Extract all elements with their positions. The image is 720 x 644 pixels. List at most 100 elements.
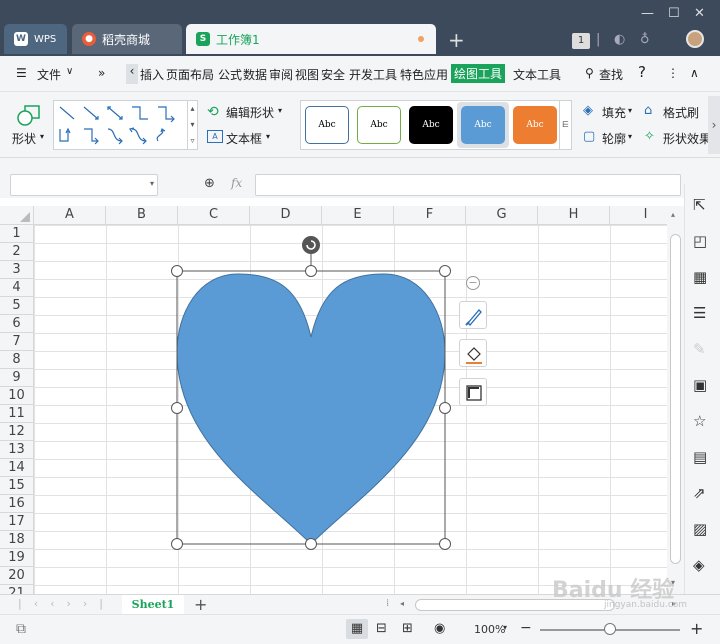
zoom-level[interactable]: 100%: [474, 623, 505, 636]
row-header-9[interactable]: 9: [0, 369, 34, 387]
star-icon[interactable]: ☆: [693, 412, 713, 432]
menu-page-layout[interactable]: 页面布局: [166, 66, 214, 83]
archive-icon[interactable]: ▤: [693, 448, 713, 468]
menu-review[interactable]: 审阅: [269, 66, 293, 83]
fill-quick-button[interactable]: [459, 339, 487, 367]
style-swatch-selected[interactable]: Abc: [461, 106, 505, 144]
tab-docer-store[interactable]: ● 稻壳商城: [72, 24, 182, 54]
row-header-13[interactable]: 13: [0, 441, 34, 459]
page-layout-view-icon[interactable]: ⊞: [402, 621, 413, 636]
chevron-down-icon[interactable]: ▾: [40, 132, 44, 141]
style-swatch[interactable]: Abc: [305, 106, 349, 144]
row-header-6[interactable]: 6: [0, 315, 34, 333]
sheet-nav-icon[interactable]: |‹‹››|: [18, 597, 115, 610]
close-button[interactable]: ✕: [694, 6, 705, 21]
row-header-3[interactable]: 3: [0, 261, 34, 279]
menu-file[interactable]: 文件: [37, 66, 61, 83]
shirt-icon[interactable]: ♁: [640, 32, 656, 48]
menu-data[interactable]: 数据: [243, 66, 267, 83]
connector-shapes-icon[interactable]: [54, 101, 188, 149]
minimize-button[interactable]: —: [641, 6, 654, 21]
row-header-4[interactable]: 4: [0, 279, 34, 297]
table-icon[interactable]: ▦: [693, 268, 713, 288]
chevron-down-icon[interactable]: ▾: [628, 106, 632, 115]
edit-shape-button[interactable]: 编辑形状: [226, 104, 274, 121]
scroll-up-icon[interactable]: ▴: [671, 210, 675, 219]
tag-icon[interactable]: ◈: [693, 556, 713, 576]
new-tab-button[interactable]: +: [448, 28, 465, 52]
image-icon[interactable]: ▨: [693, 520, 713, 540]
shape-icon[interactable]: [17, 104, 41, 126]
fx-button[interactable]: fx: [231, 176, 242, 190]
avatar[interactable]: [686, 30, 704, 48]
style-swatch[interactable]: Abc: [409, 106, 453, 144]
row-header-10[interactable]: 10: [0, 387, 34, 405]
heart-shape[interactable]: [176, 273, 446, 545]
shape-style-quick-button[interactable]: [459, 301, 487, 329]
macro-icon[interactable]: ⧉: [16, 621, 26, 637]
chevron-down-icon[interactable]: ∨: [66, 66, 73, 77]
maximize-button[interactable]: ☐: [668, 6, 680, 21]
row-header-12[interactable]: 12: [0, 423, 34, 441]
chevron-down-icon[interactable]: ▾: [503, 623, 507, 632]
rotate-handle-icon[interactable]: [302, 236, 320, 254]
row-header-14[interactable]: 14: [0, 459, 34, 477]
select-all-corner[interactable]: [0, 206, 34, 225]
column-header-H[interactable]: H: [538, 206, 610, 225]
row-header-17[interactable]: 17: [0, 513, 34, 531]
shapes-icon[interactable]: ◰: [693, 232, 713, 252]
column-header-C[interactable]: C: [178, 206, 250, 225]
row-header-18[interactable]: 18: [0, 531, 34, 549]
skin-icon[interactable]: ◐: [614, 32, 630, 48]
hamburger-icon[interactable]: ☰: [16, 66, 27, 80]
menu-special-apps[interactable]: 特色应用: [400, 66, 448, 83]
row-header-7[interactable]: 7: [0, 333, 34, 351]
window-count-badge[interactable]: 1: [572, 33, 590, 49]
column-header-I[interactable]: I: [610, 206, 667, 225]
gallery-scroll-icon[interactable]: ▴ ▾ ▿: [187, 101, 197, 149]
collapse-ribbon-icon[interactable]: ∧: [690, 66, 699, 80]
menu-text-tools[interactable]: 文本工具: [513, 66, 561, 83]
vertical-scrollbar[interactable]: ▴ ▾: [667, 206, 684, 594]
tab-workbook[interactable]: S 工作簿1: [186, 24, 436, 54]
zoom-slider-handle[interactable]: [604, 623, 616, 635]
row-header-20[interactable]: 20: [0, 567, 34, 585]
zoom-lens-icon[interactable]: ⊕: [204, 176, 215, 191]
menu-insert[interactable]: 插入: [140, 66, 164, 83]
scroll-left-icon[interactable]: ‹: [126, 64, 138, 84]
row-header-1[interactable]: 1: [0, 225, 34, 243]
name-box[interactable]: ▾: [10, 174, 158, 196]
search-label[interactable]: 查找: [599, 66, 623, 83]
collapse-toolbar-icon[interactable]: −: [466, 276, 480, 290]
sheet-tab-sheet1[interactable]: Sheet1: [122, 595, 184, 615]
vertical-scroll-thumb[interactable]: [670, 234, 681, 564]
outline-quick-button[interactable]: [459, 378, 487, 406]
picture-frame-icon[interactable]: ▣: [693, 376, 713, 396]
outline-button[interactable]: 轮廓: [602, 130, 626, 147]
more-icon[interactable]: »: [98, 66, 105, 80]
split-handle-icon[interactable]: ⁞: [386, 598, 389, 609]
row-header-11[interactable]: 11: [0, 405, 34, 423]
column-header-F[interactable]: F: [394, 206, 466, 225]
chevron-down-icon[interactable]: ▾: [266, 132, 270, 141]
zoom-out-icon[interactable]: −: [520, 620, 532, 636]
help-icon[interactable]: ?: [638, 63, 646, 81]
ribbon-scroll-right-icon[interactable]: ›: [708, 96, 720, 154]
menu-security[interactable]: 安全: [321, 66, 345, 83]
column-header-B[interactable]: B: [106, 206, 178, 225]
eye-protection-icon[interactable]: ◉: [434, 621, 445, 636]
row-header-16[interactable]: 16: [0, 495, 34, 513]
cursor-icon[interactable]: ⇱: [693, 196, 713, 216]
row-header-8[interactable]: 8: [0, 351, 34, 369]
style-swatch[interactable]: Abc: [357, 106, 401, 144]
scroll-left-icon[interactable]: ◂: [400, 599, 404, 608]
normal-view-icon[interactable]: ▦: [346, 619, 368, 639]
column-header-A[interactable]: A: [34, 206, 106, 225]
share-icon[interactable]: ⇗: [693, 484, 713, 504]
formula-input[interactable]: [255, 174, 681, 196]
zoom-in-icon[interactable]: +: [690, 619, 703, 638]
column-header-G[interactable]: G: [466, 206, 538, 225]
chevron-down-icon[interactable]: ▾: [628, 132, 632, 141]
more-vertical-icon[interactable]: ⋮: [667, 66, 679, 80]
add-sheet-button[interactable]: +: [194, 595, 207, 614]
